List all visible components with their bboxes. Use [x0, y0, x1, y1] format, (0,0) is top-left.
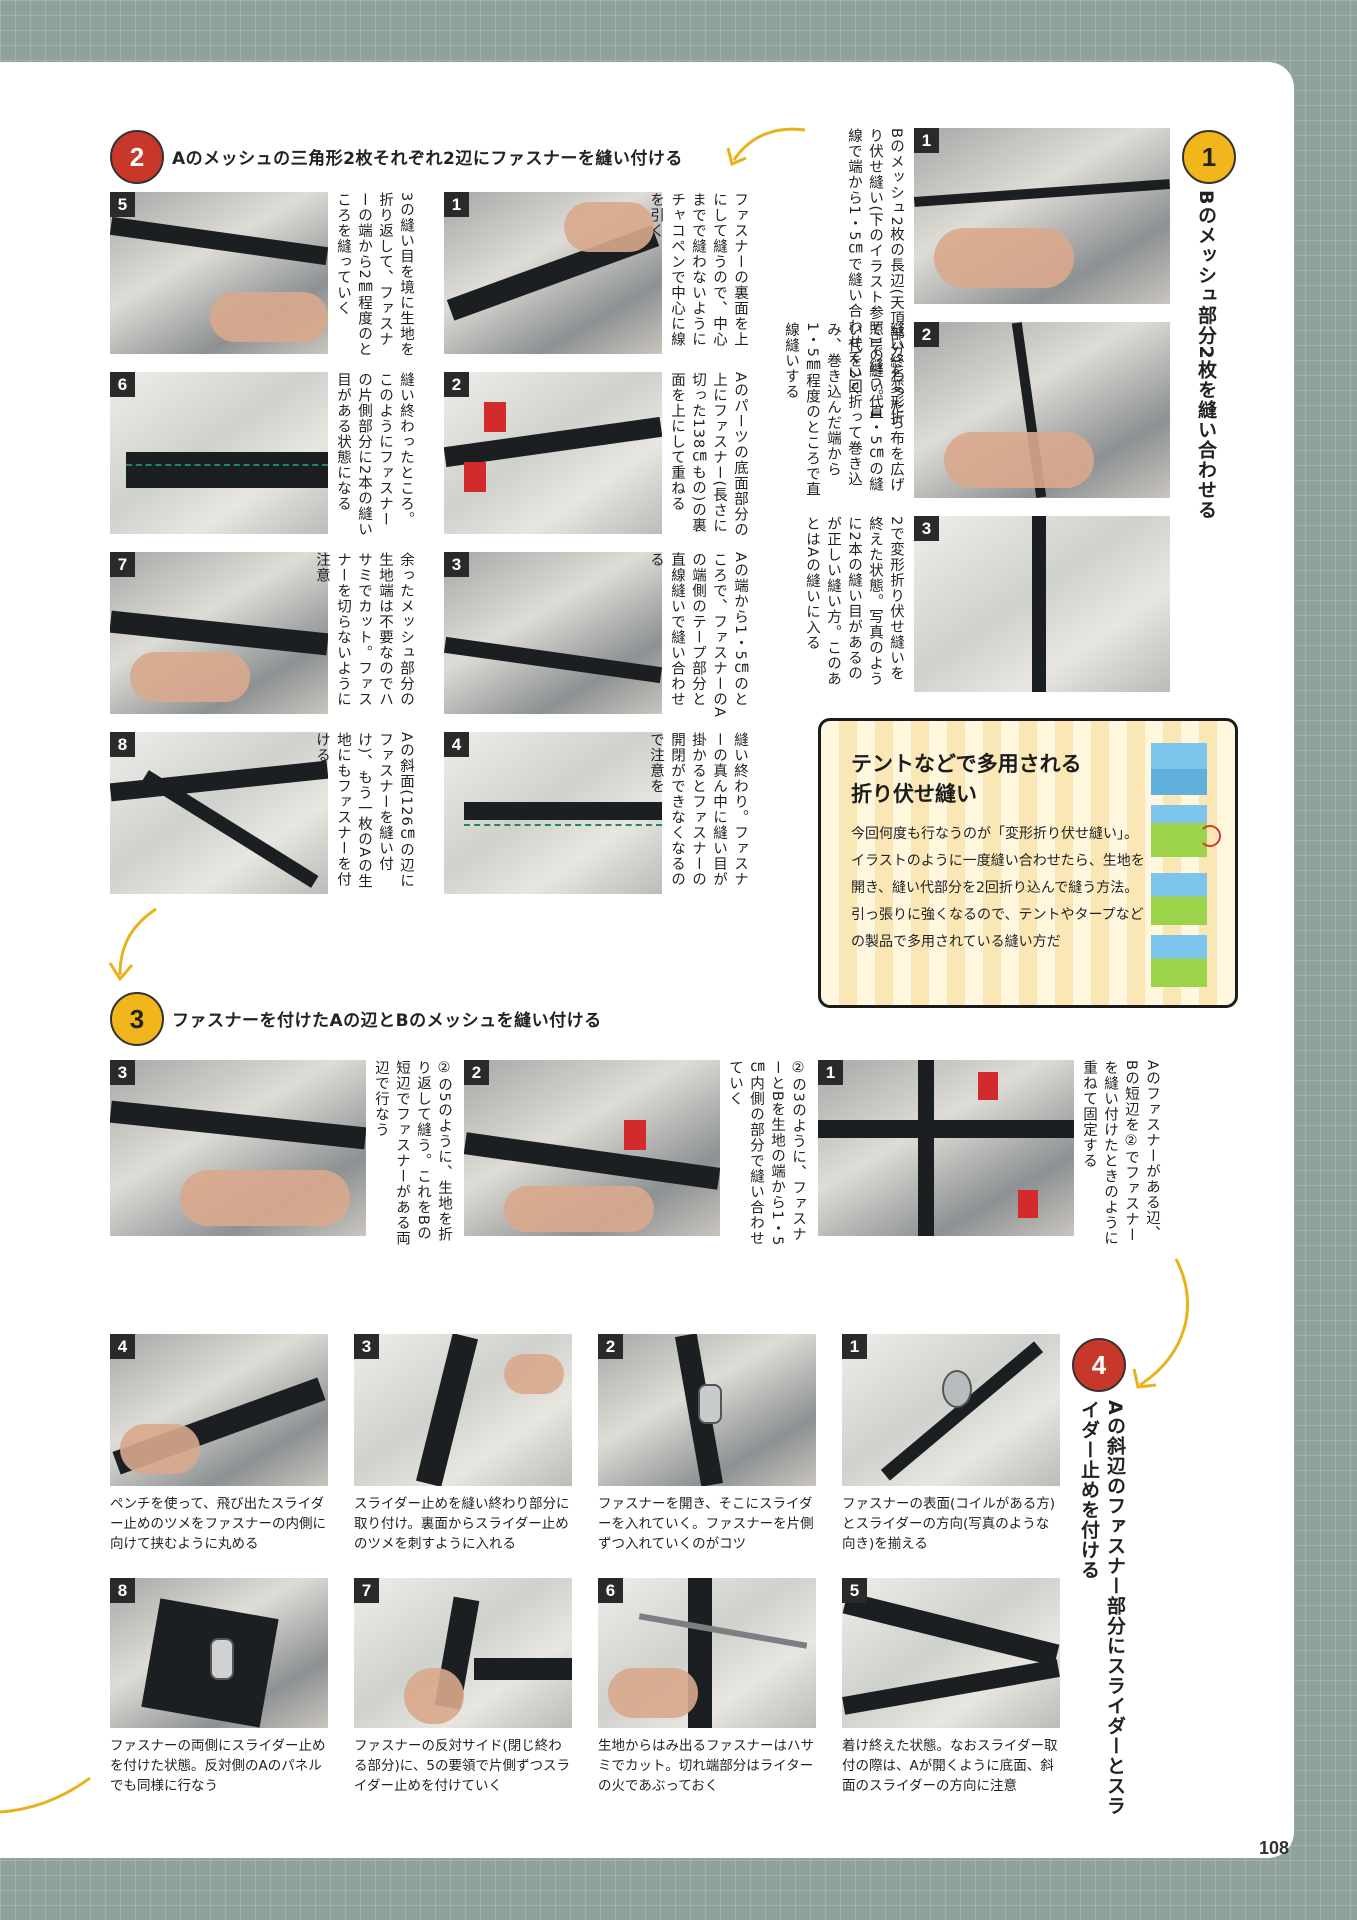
s2-step-8-text: Aの斜面(126㎝の辺にファスナーを縫い付け)、もう一枚のAの生地にもファスナー…	[314, 732, 414, 890]
info-box-title: テントなどで多用される 折り伏せ縫い	[851, 749, 1082, 809]
s4-photo-6: 6	[598, 1578, 816, 1728]
step-number: 8	[110, 1578, 135, 1603]
s1-photo-1: 1	[914, 128, 1170, 304]
section-1-badge: 1	[1182, 130, 1236, 184]
flow-arrow-out	[0, 1776, 91, 1814]
step-number: 3	[914, 516, 939, 541]
s1-step-3-text: 2で変形折り伏せ縫いを終えた状態。写真のように2本の縫い目があるのが正しい縫い方…	[804, 516, 904, 687]
step-number: 1	[914, 128, 939, 153]
seam-illustration-1	[1151, 743, 1207, 795]
section-4-title: Aの斜辺のファスナー部分にスライダーとスライダー止めを付ける	[1078, 1400, 1126, 1816]
s4-photo-4: 4	[110, 1334, 328, 1486]
step-number: 8	[110, 732, 135, 757]
s1-photo-3: 3	[914, 516, 1170, 692]
s3-step-1-text: Aのファスナーがある辺、Bの短辺を②でファスナーを縫い付けたときのように重ねて固…	[1081, 1060, 1160, 1246]
flow-arrow-3-to-4	[1132, 1258, 1190, 1389]
s3-photo-1: 1	[818, 1060, 1074, 1236]
info-box-text: 今回何度も行なうのが「変形折り伏せ縫い」。イラストのように一度縫い合わせたら、生…	[851, 826, 1145, 950]
s4-step-6-caption: 生地からはみ出るファスナーはハサミでカット。切れ端部分はライターの火であぶってお…	[598, 1738, 814, 1794]
s2-photo-8: 8	[110, 732, 328, 894]
s4-step-4-caption: ペンチを使って、飛び出たスライダー止めのツメをファスナーの内側に向けて挟むように…	[110, 1496, 326, 1552]
s2-photo-1: 1	[444, 192, 662, 354]
s1-photo-2: 2	[914, 322, 1170, 498]
s2-photo-7: 7	[110, 552, 328, 714]
s3-photo-3: 3	[110, 1060, 366, 1236]
flow-arrow-1-to-2	[726, 127, 806, 167]
step-number: 1	[444, 192, 469, 217]
fold-arrow-icon	[1199, 825, 1221, 847]
s2-step-4-text: 縫い終わり。ファスナーの真ん中に縫い目が掛かるとファスナーの開閉ができなくなるの…	[648, 732, 748, 887]
step-number: 1	[842, 1334, 867, 1359]
s2-photo-2: 2	[444, 372, 662, 534]
s4-step-8-caption: ファスナーの両側にスライダー止めを付けた状態。反対側のAのパネルでも同様に行なう	[110, 1738, 326, 1794]
step-number: 1	[818, 1060, 843, 1085]
s4-step-5-caption: 着け終えた状態。なおスライダー取付の際は、Aが開くように底面、斜面のスライダーの…	[842, 1738, 1058, 1794]
s4-photo-1: 1	[842, 1334, 1060, 1486]
s3-photo-2: 2	[464, 1060, 720, 1236]
s4-step-7-caption: ファスナーの反対サイド(閉じ終わる部分)に、5の要領で片側ずつスライダー止めを付…	[354, 1738, 570, 1794]
step-number: 4	[444, 732, 469, 757]
step-number: 4	[110, 1334, 135, 1359]
s2-photo-3: 3	[444, 552, 662, 714]
step-number: 2	[444, 372, 469, 397]
s4-photo-3: 3	[354, 1334, 572, 1486]
step-number: 5	[110, 192, 135, 217]
step-number: 3	[444, 552, 469, 577]
page-number: 108	[1258, 1838, 1289, 1858]
seam-illustration-4	[1151, 935, 1207, 987]
step-number: 7	[354, 1578, 379, 1603]
step-number: 2	[464, 1060, 489, 1085]
section-3-badge: 3	[110, 992, 164, 1046]
section-2-badge: 2	[110, 130, 164, 184]
info-box-title-line-2: 折り伏せ縫い	[851, 782, 977, 806]
seam-illustration-2	[1151, 805, 1207, 857]
step-number: 6	[110, 372, 135, 397]
s2-photo-4: 4	[444, 732, 662, 894]
s3-step-2-text: ②の3のように、ファスナーとBを生地の端から1・5㎝内側の部分で縫い合わせていく	[727, 1060, 806, 1247]
s4-photo-8: 8	[110, 1578, 328, 1728]
s2-step-7-text: 余ったメッシュ部分の生地端は不要なのでハサミでカット。ファスナーを切らないように…	[314, 552, 414, 707]
section-4-badge: 4	[1072, 1338, 1126, 1392]
step-number: 6	[598, 1578, 623, 1603]
s2-photo-6: 6	[110, 372, 328, 534]
s4-step-1-caption: ファスナーの表面(コイルがある方)とスライダーの方向(写真のような向き)を揃える	[842, 1496, 1056, 1552]
flow-arrow-2-to-3	[108, 907, 157, 982]
step-number: 5	[842, 1578, 867, 1603]
s1-step-2-text: 縫い終わったら布を広げて1の縫い代1・5㎝の縫い代を2回折って巻き込み、巻き込ん…	[783, 322, 904, 498]
s2-step-6-text: 縫い終わったところ。このようにファスナーの片側部分に2本の縫い目がある状態になる	[335, 372, 414, 538]
s4-photo-7: 7	[354, 1578, 572, 1728]
s3-step-3-text: ②の5のように、生地を折り返して縫う。これをBの短辺でファスナーがある両辺で行な…	[373, 1060, 452, 1246]
s2-step-1-text: ファスナーの裏面を上にして縫うので、中心までで縫わないようにチャコペンで中心に線…	[648, 192, 748, 347]
step-number: 2	[914, 322, 939, 347]
step-number: 3	[110, 1060, 135, 1085]
s4-photo-5: 5	[842, 1578, 1060, 1728]
info-box-title-line-1: テントなどで多用される	[851, 752, 1082, 776]
step-number: 7	[110, 552, 135, 577]
section-2-title: Aのメッシュの三角形2枚それぞれ2辺にファスナーを縫い付ける	[172, 149, 683, 169]
info-box-folded-seam: テントなどで多用される 折り伏せ縫い 今回何度も行なうのが「変形折り伏せ縫い」。…	[818, 718, 1238, 1008]
section-1-title: Bのメッシュ部分2枚を縫い合わせる	[1195, 190, 1217, 520]
s2-photo-5: 5	[110, 192, 328, 354]
step-number: 3	[354, 1334, 379, 1359]
seam-illustration-3	[1151, 873, 1207, 925]
s2-step-2-text: Aのパーツの底面部分の上にファスナー(長さに切った138㎝もの)の裏面を上にして…	[669, 372, 748, 538]
s2-step-5-text: 3の縫い目を境に生地を折り返して、ファスナーの端から2㎜程度のところを縫っていく	[335, 192, 414, 358]
s4-photo-2: 2	[598, 1334, 816, 1486]
step-number: 2	[598, 1334, 623, 1359]
s4-step-2-caption: ファスナーを開き、そこにスライダーを入れていく。ファスナーを片側ずつ入れていくの…	[598, 1496, 814, 1552]
section-3-title: ファスナーを付けたAの辺とBのメッシュを縫い付ける	[172, 1011, 602, 1031]
s4-step-3-caption: スライダー止めを縫い終わり部分に取り付け。裏面からスライダー止めのツメを刺すよう…	[354, 1496, 570, 1552]
s2-step-3-text: Aの端から1・5㎝のところで、ファスナーのAの端側のテープ部分と直線縫いで縫い合…	[648, 552, 748, 718]
